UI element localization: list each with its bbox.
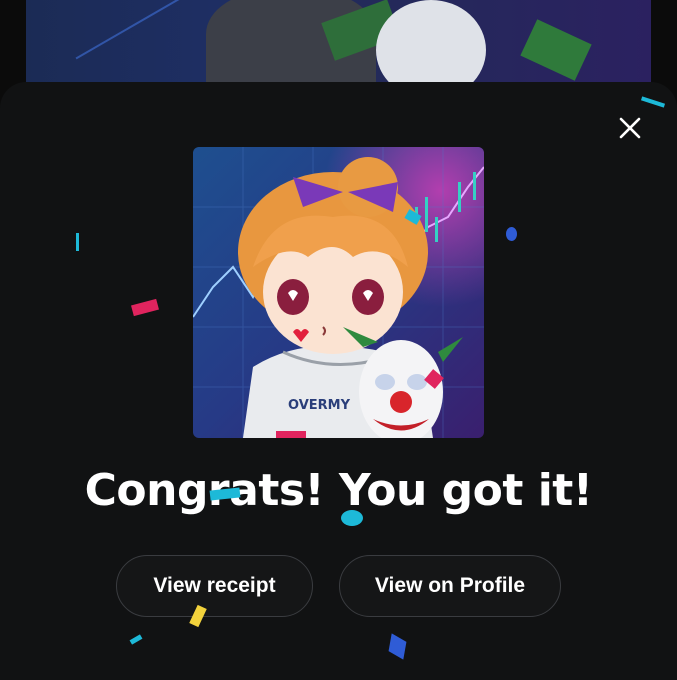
avatar-illustration: OVERMY: [193, 147, 484, 438]
view-receipt-button[interactable]: View receipt: [116, 555, 313, 617]
nft-avatar-image: OVERMY: [193, 147, 484, 438]
confetti-piece: [341, 510, 363, 526]
confetti-piece: [276, 431, 306, 438]
confetti-piece: [76, 233, 79, 251]
shirt-text: OVERMY: [288, 398, 351, 413]
close-button[interactable]: [612, 110, 648, 146]
success-title: Congrats! You got it!: [84, 465, 593, 516]
close-icon: [619, 117, 641, 139]
view-on-profile-button[interactable]: View on Profile: [339, 555, 561, 617]
nft-purchase-success-screen: OVERMY Congrats! You got it! View receip…: [0, 0, 677, 680]
confetti-piece: [506, 227, 517, 241]
